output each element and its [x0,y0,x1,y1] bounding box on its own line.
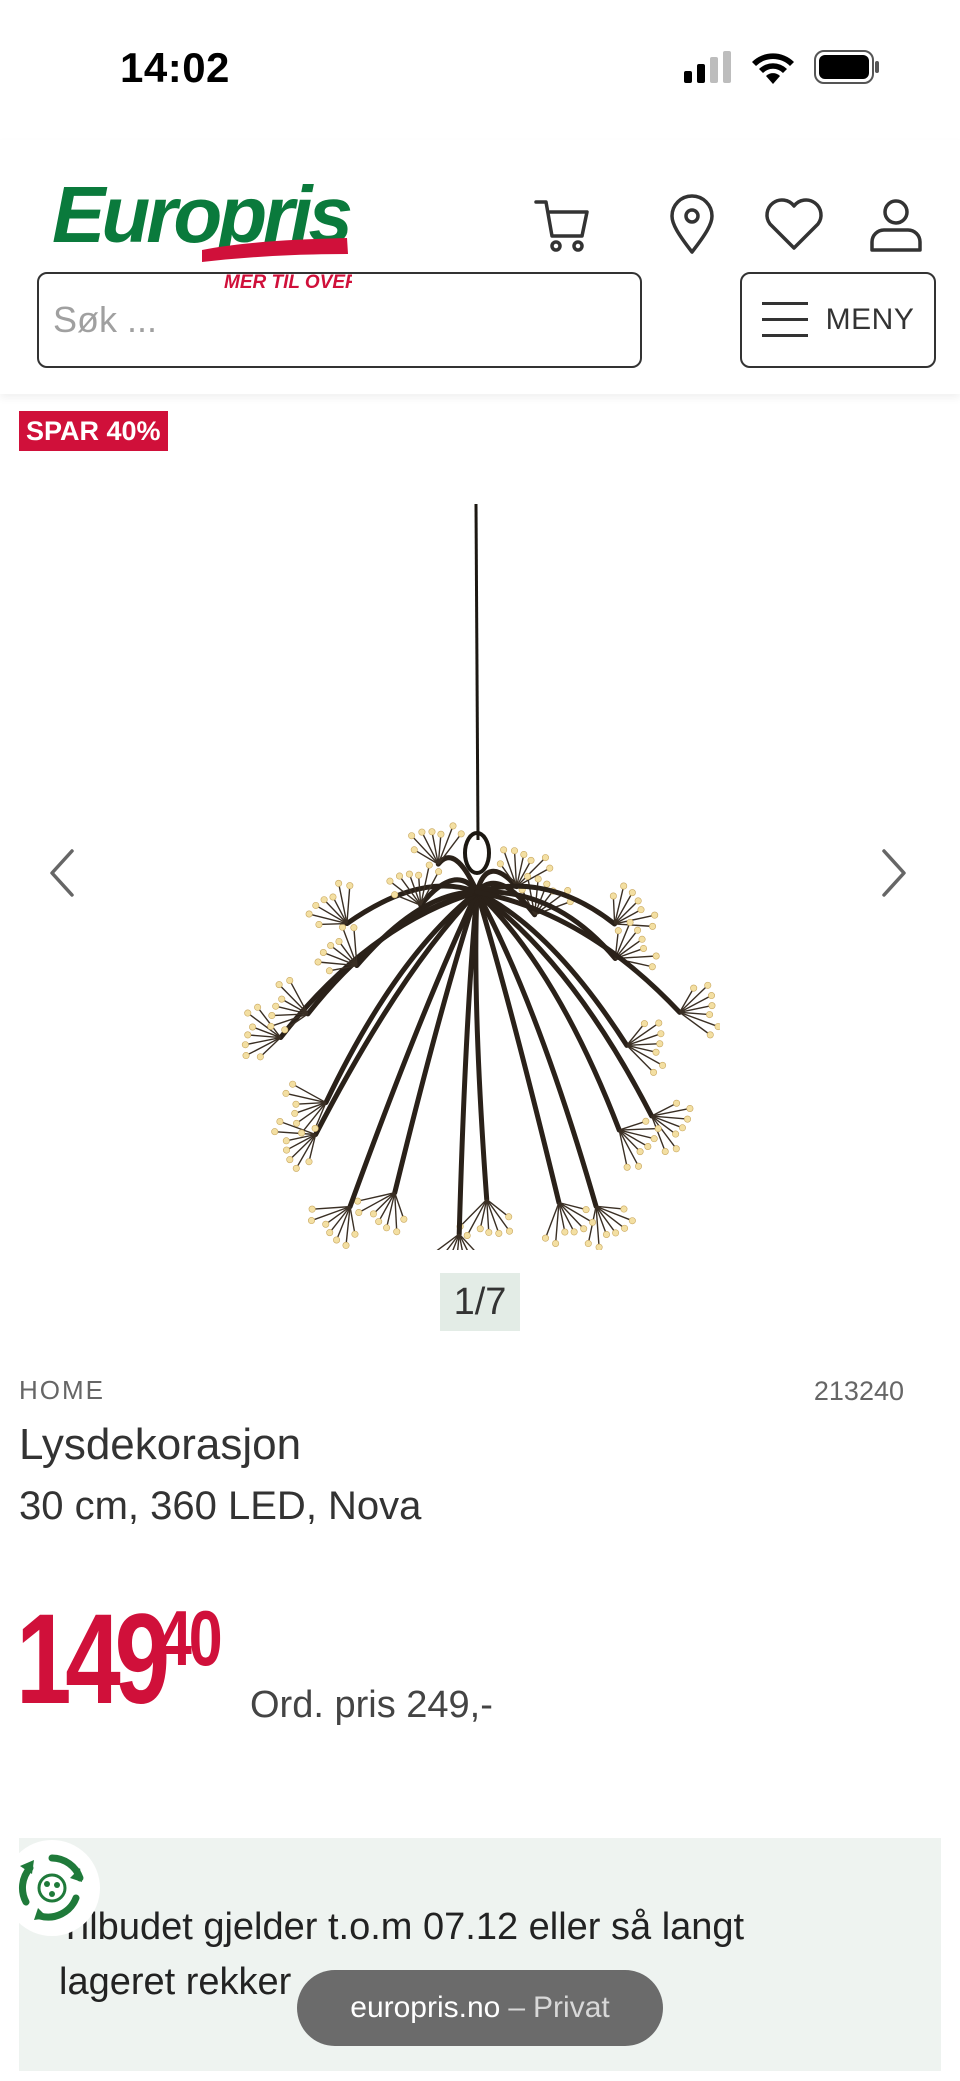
eco-recycle-badge[interactable] [4,1840,100,1936]
product-brand: HOME [19,1375,105,1405]
status-time: 14:02 [120,44,230,91]
search-box[interactable] [37,272,642,368]
image-counter: 1/7 [440,1273,520,1331]
ordinary-price: Ord. pris 249,- [250,1684,493,1726]
product-subtitle: 30 cm, 360 LED, Nova [19,1484,422,1528]
europris-logo[interactable]: Europris MER TIL OVERS [52,170,372,293]
gallery-next-arrow[interactable] [874,845,914,901]
site-header: Europris MER TIL OVERS MENY [0,140,960,394]
location-icon[interactable] [660,192,724,256]
user-icon[interactable] [864,192,928,256]
status-icons [684,50,880,84]
sale-price: 149 40 [16,1596,236,1724]
signal-icon [684,51,731,83]
status-bar: 14:02 [0,0,960,140]
light-burst [241,822,720,1250]
battery-icon [814,50,879,84]
search-input[interactable] [53,299,626,341]
hamburger-icon [761,302,808,337]
product-image[interactable] [240,500,720,1250]
recycle-icon [18,1854,84,1921]
gallery-prev-arrow[interactable] [42,845,82,901]
browser-domain: europris.no [350,1991,501,2024]
discount-badge: SPAR 40% [19,411,168,451]
wifi-icon [752,53,794,84]
product-sku: 213240 [813,1376,904,1406]
browser-mode: Privat [533,1991,610,2024]
browser-separator: – [508,1991,526,2024]
heart-icon[interactable] [762,192,826,256]
browser-url-pill[interactable]: europris.no – Privat [297,1970,663,2046]
cart-icon[interactable] [530,192,594,256]
price-cents: 40 [157,1594,223,1682]
price-main: 149 [16,1588,170,1731]
product-title: Lysdekorasjon [19,1420,302,1469]
menu-button[interactable]: MENY [740,272,936,368]
menu-label: MENY [825,303,915,336]
